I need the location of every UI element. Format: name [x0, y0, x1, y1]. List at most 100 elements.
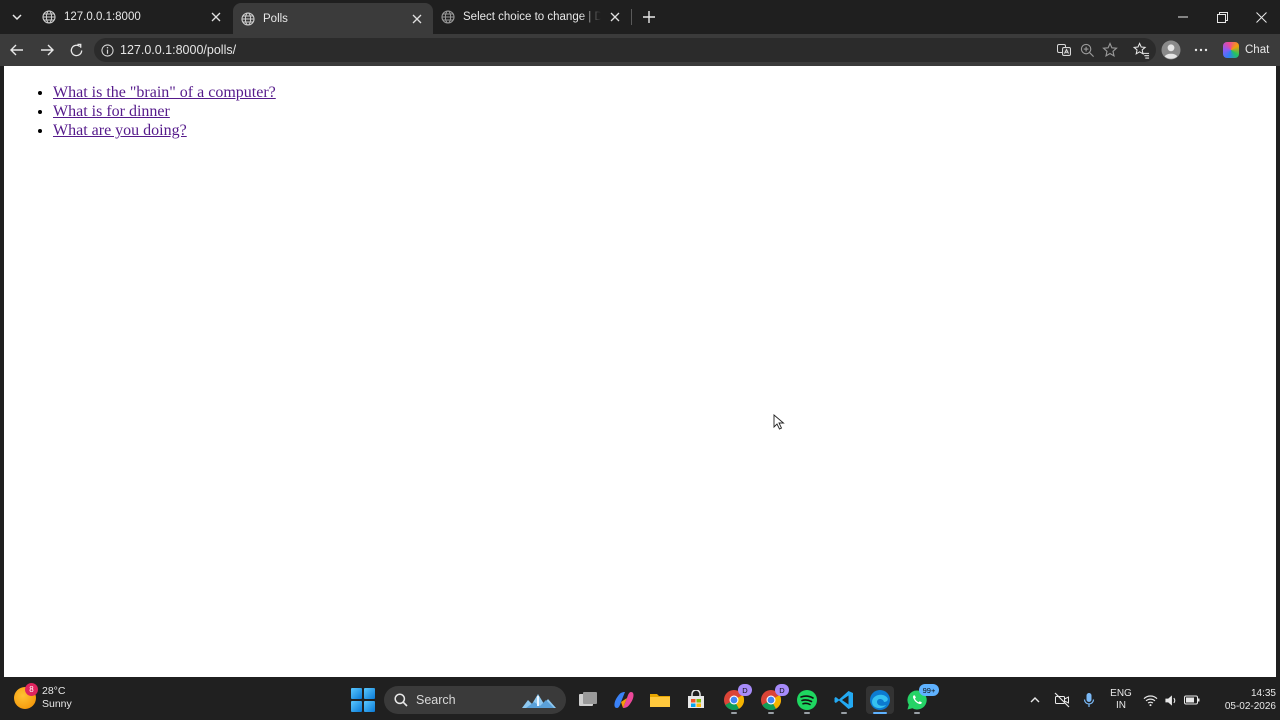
search-label: Search [416, 693, 456, 707]
copilot-icon [614, 692, 634, 708]
globe-icon [42, 10, 56, 24]
windows-taskbar: 8 28°C Sunny Search D D 99+ ENG IN 14:35… [0, 680, 1280, 720]
globe-icon [241, 11, 255, 26]
favorite-star-icon[interactable] [1099, 38, 1121, 62]
translate-icon[interactable] [1053, 38, 1075, 62]
chevron-down-icon [12, 14, 22, 21]
chat-label: Chat [1245, 44, 1270, 56]
avatar-icon [1161, 40, 1181, 60]
task-view-button[interactable] [574, 686, 602, 714]
poll-list: What is the "brain" of a computer? What … [53, 83, 276, 140]
taskbar-search[interactable]: Search [384, 686, 566, 714]
running-indicator [804, 712, 810, 714]
favorites-list-icon [1132, 41, 1149, 59]
forward-button[interactable] [35, 38, 59, 62]
running-indicator [768, 712, 774, 714]
restore-icon [1216, 11, 1228, 23]
chevron-up-icon [1030, 697, 1040, 703]
running-indicator [731, 712, 737, 714]
minimize-icon [1178, 16, 1188, 18]
plus-icon [643, 11, 655, 23]
minimize-button[interactable] [1165, 4, 1201, 30]
tab-django-admin[interactable]: Select choice to change | Django site ad… [433, 3, 631, 31]
tab-polls[interactable]: Polls [233, 3, 433, 34]
active-indicator [873, 712, 887, 714]
settings-more-button[interactable] [1189, 38, 1213, 62]
task-view-icon [579, 692, 597, 706]
microphone-icon [1083, 693, 1095, 707]
weather-condition: Sunny [42, 698, 72, 710]
notification-badge: 8 [25, 683, 38, 696]
site-info-icon[interactable] [100, 43, 114, 57]
tab-actions-menu-button[interactable] [4, 5, 30, 29]
clock-date: 05-02-2026 [1224, 701, 1276, 712]
folder-icon [650, 694, 670, 707]
page-viewport: What is the "brain" of a computer? What … [4, 66, 1276, 677]
lang-region: IN [1116, 700, 1126, 711]
close-icon[interactable] [208, 9, 224, 25]
show-hidden-icons-button[interactable] [1026, 686, 1044, 714]
restore-button[interactable] [1204, 4, 1240, 30]
address-url[interactable]: 127.0.0.1:8000/polls/ [120, 43, 236, 57]
back-button[interactable] [5, 38, 29, 62]
list-item: What is the "brain" of a computer? [53, 83, 276, 102]
file-explorer-app[interactable] [646, 686, 674, 714]
weather-temp: 28°C [42, 685, 66, 697]
search-highlight-icon [522, 694, 556, 708]
list-item: What is for dinner [53, 102, 276, 121]
edge-app[interactable] [866, 686, 894, 714]
start-button[interactable] [351, 688, 375, 712]
tab-title: Select choice to change | Django site ad… [463, 11, 601, 23]
edge-icon [870, 690, 890, 710]
running-indicator [841, 712, 847, 714]
whatsapp-app[interactable]: 99+ [903, 684, 939, 714]
quick-settings[interactable] [1142, 686, 1200, 714]
tab-localhost-root[interactable]: 127.0.0.1:8000 [34, 3, 232, 31]
browser-toolbar: 127.0.0.1:8000/polls/ Chat [0, 34, 1280, 66]
profile-button[interactable] [1159, 38, 1183, 62]
close-icon[interactable] [409, 11, 425, 27]
tab-title: 127.0.0.1:8000 [64, 11, 141, 23]
lang-code: ENG [1110, 688, 1132, 699]
windows-logo-icon [351, 688, 362, 699]
profile-badge: D [775, 684, 789, 696]
tab-title: Polls [263, 12, 288, 25]
list-item: What are you doing? [53, 121, 276, 140]
close-window-button[interactable] [1243, 4, 1279, 30]
spotify-app[interactable] [793, 686, 821, 714]
battery-icon [1183, 695, 1199, 705]
vscode-icon [834, 691, 853, 709]
close-icon[interactable] [607, 9, 623, 25]
copilot-app[interactable] [610, 686, 638, 714]
close-icon [1255, 11, 1267, 23]
poll-link[interactable]: What is the "brain" of a computer? [53, 84, 276, 101]
chrome-app[interactable]: D [720, 684, 752, 714]
weather-widget[interactable]: 8 28°C Sunny [14, 683, 72, 711]
tab-strip: 127.0.0.1:8000 Polls Select choice to ch… [0, 0, 1280, 34]
store-icon [688, 690, 704, 708]
input-language[interactable]: ENG IN [1106, 686, 1136, 714]
chrome-app-profile-2[interactable]: D [757, 684, 789, 714]
clock-time: 14:35 [1250, 688, 1276, 699]
microphone-tray[interactable] [1080, 686, 1098, 714]
reload-icon [70, 43, 82, 56]
camera-off-tray[interactable] [1052, 686, 1072, 714]
new-tab-button[interactable] [638, 6, 660, 28]
clock[interactable]: 14:35 05-02-2026 [1204, 686, 1276, 714]
reload-button[interactable] [64, 38, 88, 62]
microsoft-store-app[interactable] [682, 686, 710, 714]
poll-link[interactable]: What is for dinner [53, 103, 170, 120]
zoom-icon[interactable] [1076, 38, 1098, 62]
poll-link[interactable]: What are you doing? [53, 122, 187, 139]
globe-icon [441, 10, 455, 24]
tab-separator [631, 9, 632, 25]
copilot-icon [1223, 42, 1239, 58]
arrow-left-icon [10, 44, 23, 56]
address-bar[interactable]: 127.0.0.1:8000/polls/ [94, 38, 1156, 62]
wifi-icon [1143, 694, 1157, 706]
copilot-chat-button[interactable]: Chat [1218, 38, 1276, 62]
favorites-button[interactable] [1129, 38, 1153, 62]
volume-icon [1164, 694, 1175, 706]
vscode-app[interactable] [830, 686, 858, 714]
running-indicator [914, 712, 920, 714]
